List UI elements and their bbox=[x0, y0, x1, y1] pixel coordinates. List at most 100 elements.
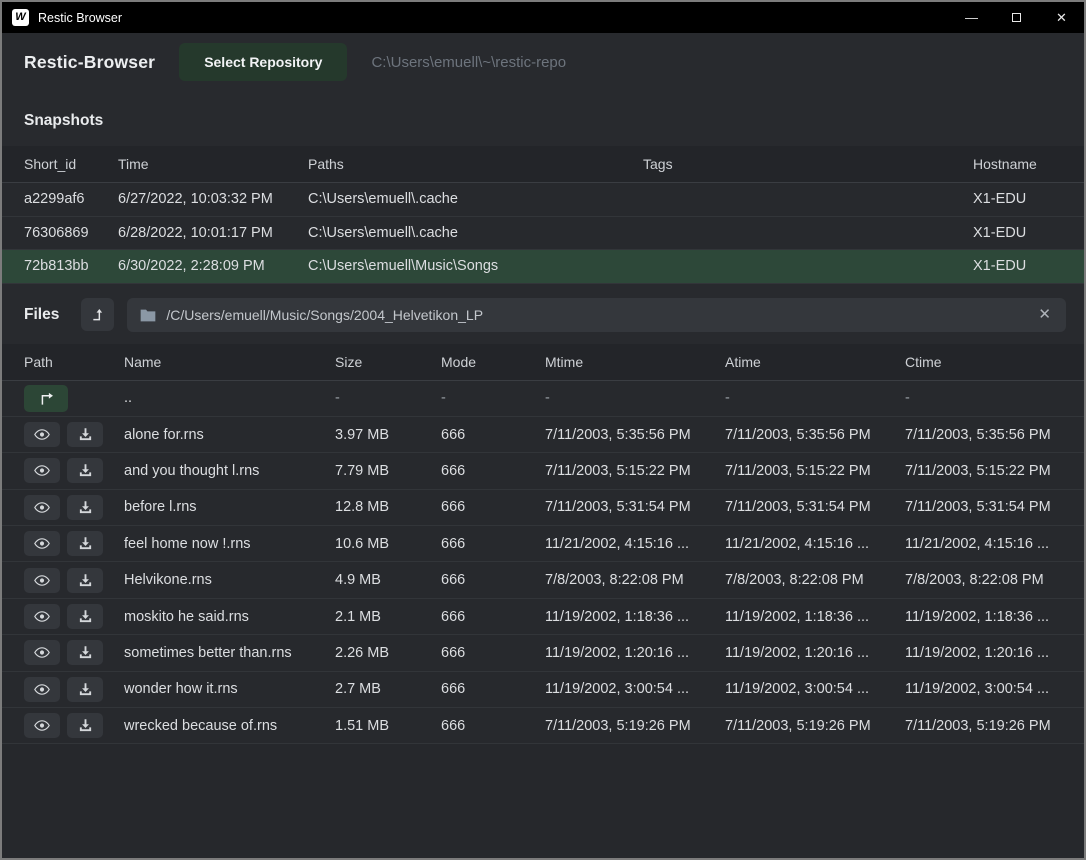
preview-file-button[interactable] bbox=[24, 495, 60, 520]
app-window: W Restic Browser — ✕ Restic-Browser Sele… bbox=[0, 0, 1086, 860]
files-bar: Files /C/Users/emuell/Music/Songs/2004_H… bbox=[2, 284, 1084, 344]
preview-file-button[interactable] bbox=[24, 422, 60, 447]
snapshots-table-header: Short_idTimePathsTagsHostname bbox=[2, 146, 1084, 183]
snapshot-hostname: X1-EDU bbox=[973, 258, 1084, 274]
file-name: Helvikone.rns bbox=[124, 572, 335, 588]
download-file-button[interactable] bbox=[67, 458, 103, 483]
up-directory-button[interactable] bbox=[24, 385, 68, 412]
file-row: moskito he said.rns2.1 MB66611/19/2002, … bbox=[2, 599, 1084, 635]
preview-file-button[interactable] bbox=[24, 640, 60, 665]
snapshot-hostname: X1-EDU bbox=[973, 225, 1084, 241]
download-file-button[interactable] bbox=[67, 713, 103, 738]
wails-app-icon: W bbox=[12, 9, 29, 26]
file-actions bbox=[24, 604, 124, 629]
download-icon bbox=[78, 463, 93, 478]
titlebar-left: W Restic Browser bbox=[2, 9, 949, 26]
file-mode: 666 bbox=[441, 572, 545, 588]
preview-file-button[interactable] bbox=[24, 531, 60, 556]
eye-icon bbox=[34, 537, 50, 550]
close-icon: ✕ bbox=[1056, 10, 1067, 26]
maximize-button[interactable] bbox=[994, 2, 1039, 33]
file-actions bbox=[24, 422, 124, 447]
file-name: before l.rns bbox=[124, 499, 335, 515]
file-row-parent[interactable]: ..----- bbox=[2, 381, 1084, 417]
file-name: wrecked because of.rns bbox=[124, 718, 335, 734]
snapshot-row[interactable]: a2299af66/27/2022, 10:03:32 PMC:\Users\e… bbox=[2, 183, 1084, 217]
file-size: 2.1 MB bbox=[335, 609, 441, 625]
file-mtime: 11/19/2002, 1:18:36 ... bbox=[545, 609, 725, 625]
current-path-bar[interactable]: /C/Users/emuell/Music/Songs/2004_Helveti… bbox=[127, 298, 1066, 332]
file-mtime: 7/11/2003, 5:35:56 PM bbox=[545, 427, 725, 443]
download-file-button[interactable] bbox=[67, 495, 103, 520]
download-file-button[interactable] bbox=[67, 677, 103, 702]
file-name: .. bbox=[124, 390, 335, 406]
file-name: wonder how it.rns bbox=[124, 681, 335, 697]
snapshot-short-id: 72b813bb bbox=[24, 258, 118, 274]
download-file-button[interactable] bbox=[67, 568, 103, 593]
column-header-ctime: Ctime bbox=[905, 354, 1084, 370]
select-repository-button[interactable]: Select Repository bbox=[179, 43, 347, 81]
download-file-button[interactable] bbox=[67, 640, 103, 665]
preview-file-button[interactable] bbox=[24, 713, 60, 738]
clear-path-button[interactable]: ✕ bbox=[1036, 307, 1053, 322]
file-mtime: - bbox=[545, 390, 725, 406]
file-ctime: 11/19/2002, 3:00:54 ... bbox=[905, 681, 1084, 697]
titlebar: W Restic Browser — ✕ bbox=[2, 2, 1084, 33]
preview-file-button[interactable] bbox=[24, 568, 60, 593]
preview-file-button[interactable] bbox=[24, 677, 60, 702]
file-mode: 666 bbox=[441, 609, 545, 625]
close-button[interactable]: ✕ bbox=[1039, 2, 1084, 33]
file-ctime: 7/11/2003, 5:31:54 PM bbox=[905, 499, 1084, 515]
file-ctime: 7/11/2003, 5:19:26 PM bbox=[905, 718, 1084, 734]
repository-path: C:\Users\emuell\~\restic-repo bbox=[371, 54, 566, 71]
file-size: 7.79 MB bbox=[335, 463, 441, 479]
snapshot-row-selected[interactable]: 72b813bb6/30/2022, 2:28:09 PMC:\Users\em… bbox=[2, 250, 1084, 284]
file-actions bbox=[24, 568, 124, 593]
file-ctime: - bbox=[905, 390, 1084, 406]
download-icon bbox=[78, 427, 93, 442]
file-atime: 7/11/2003, 5:31:54 PM bbox=[725, 499, 905, 515]
eye-icon bbox=[34, 464, 50, 477]
file-mtime: 7/11/2003, 5:19:26 PM bbox=[545, 718, 725, 734]
file-atime: 7/11/2003, 5:35:56 PM bbox=[725, 427, 905, 443]
file-actions bbox=[24, 713, 124, 738]
download-file-button[interactable] bbox=[67, 422, 103, 447]
file-atime: - bbox=[725, 390, 905, 406]
download-icon bbox=[78, 573, 93, 588]
file-mtime: 11/19/2002, 1:20:16 ... bbox=[545, 645, 725, 661]
file-row: Helvikone.rns4.9 MB6667/8/2003, 8:22:08 … bbox=[2, 562, 1084, 598]
eye-icon bbox=[34, 501, 50, 514]
file-size: 2.7 MB bbox=[335, 681, 441, 697]
preview-file-button[interactable] bbox=[24, 458, 60, 483]
window-controls: — ✕ bbox=[949, 2, 1084, 33]
file-size: 4.9 MB bbox=[335, 572, 441, 588]
column-header-short-id: Short_id bbox=[24, 156, 118, 172]
file-ctime: 11/19/2002, 1:18:36 ... bbox=[905, 609, 1084, 625]
preview-file-button[interactable] bbox=[24, 604, 60, 629]
download-icon bbox=[78, 609, 93, 624]
download-icon bbox=[78, 718, 93, 733]
file-name: alone for.rns bbox=[124, 427, 335, 443]
file-atime: 7/11/2003, 5:15:22 PM bbox=[725, 463, 905, 479]
file-mode: 666 bbox=[441, 536, 545, 552]
files-table: PathNameSizeModeMtimeAtimeCtime ..-----a… bbox=[2, 344, 1084, 745]
download-file-button[interactable] bbox=[67, 604, 103, 629]
files-table-header: PathNameSizeModeMtimeAtimeCtime bbox=[2, 344, 1084, 381]
download-file-button[interactable] bbox=[67, 531, 103, 556]
level-up-button[interactable] bbox=[81, 298, 114, 331]
eye-icon bbox=[34, 610, 50, 623]
download-icon bbox=[78, 645, 93, 660]
return-up-icon bbox=[38, 391, 55, 406]
level-up-icon bbox=[90, 307, 106, 323]
snapshot-row[interactable]: 763068696/28/2022, 10:01:17 PMC:\Users\e… bbox=[2, 217, 1084, 251]
files-heading: Files bbox=[24, 306, 59, 324]
file-size: 10.6 MB bbox=[335, 536, 441, 552]
file-ctime: 7/11/2003, 5:15:22 PM bbox=[905, 463, 1084, 479]
column-header-size: Size bbox=[335, 354, 441, 370]
file-mode: 666 bbox=[441, 499, 545, 515]
file-ctime: 11/19/2002, 1:20:16 ... bbox=[905, 645, 1084, 661]
minimize-button[interactable]: — bbox=[949, 2, 994, 33]
files-table-body: ..-----alone for.rns3.97 MB6667/11/2003,… bbox=[2, 381, 1084, 745]
file-actions bbox=[24, 677, 124, 702]
file-name: moskito he said.rns bbox=[124, 609, 335, 625]
